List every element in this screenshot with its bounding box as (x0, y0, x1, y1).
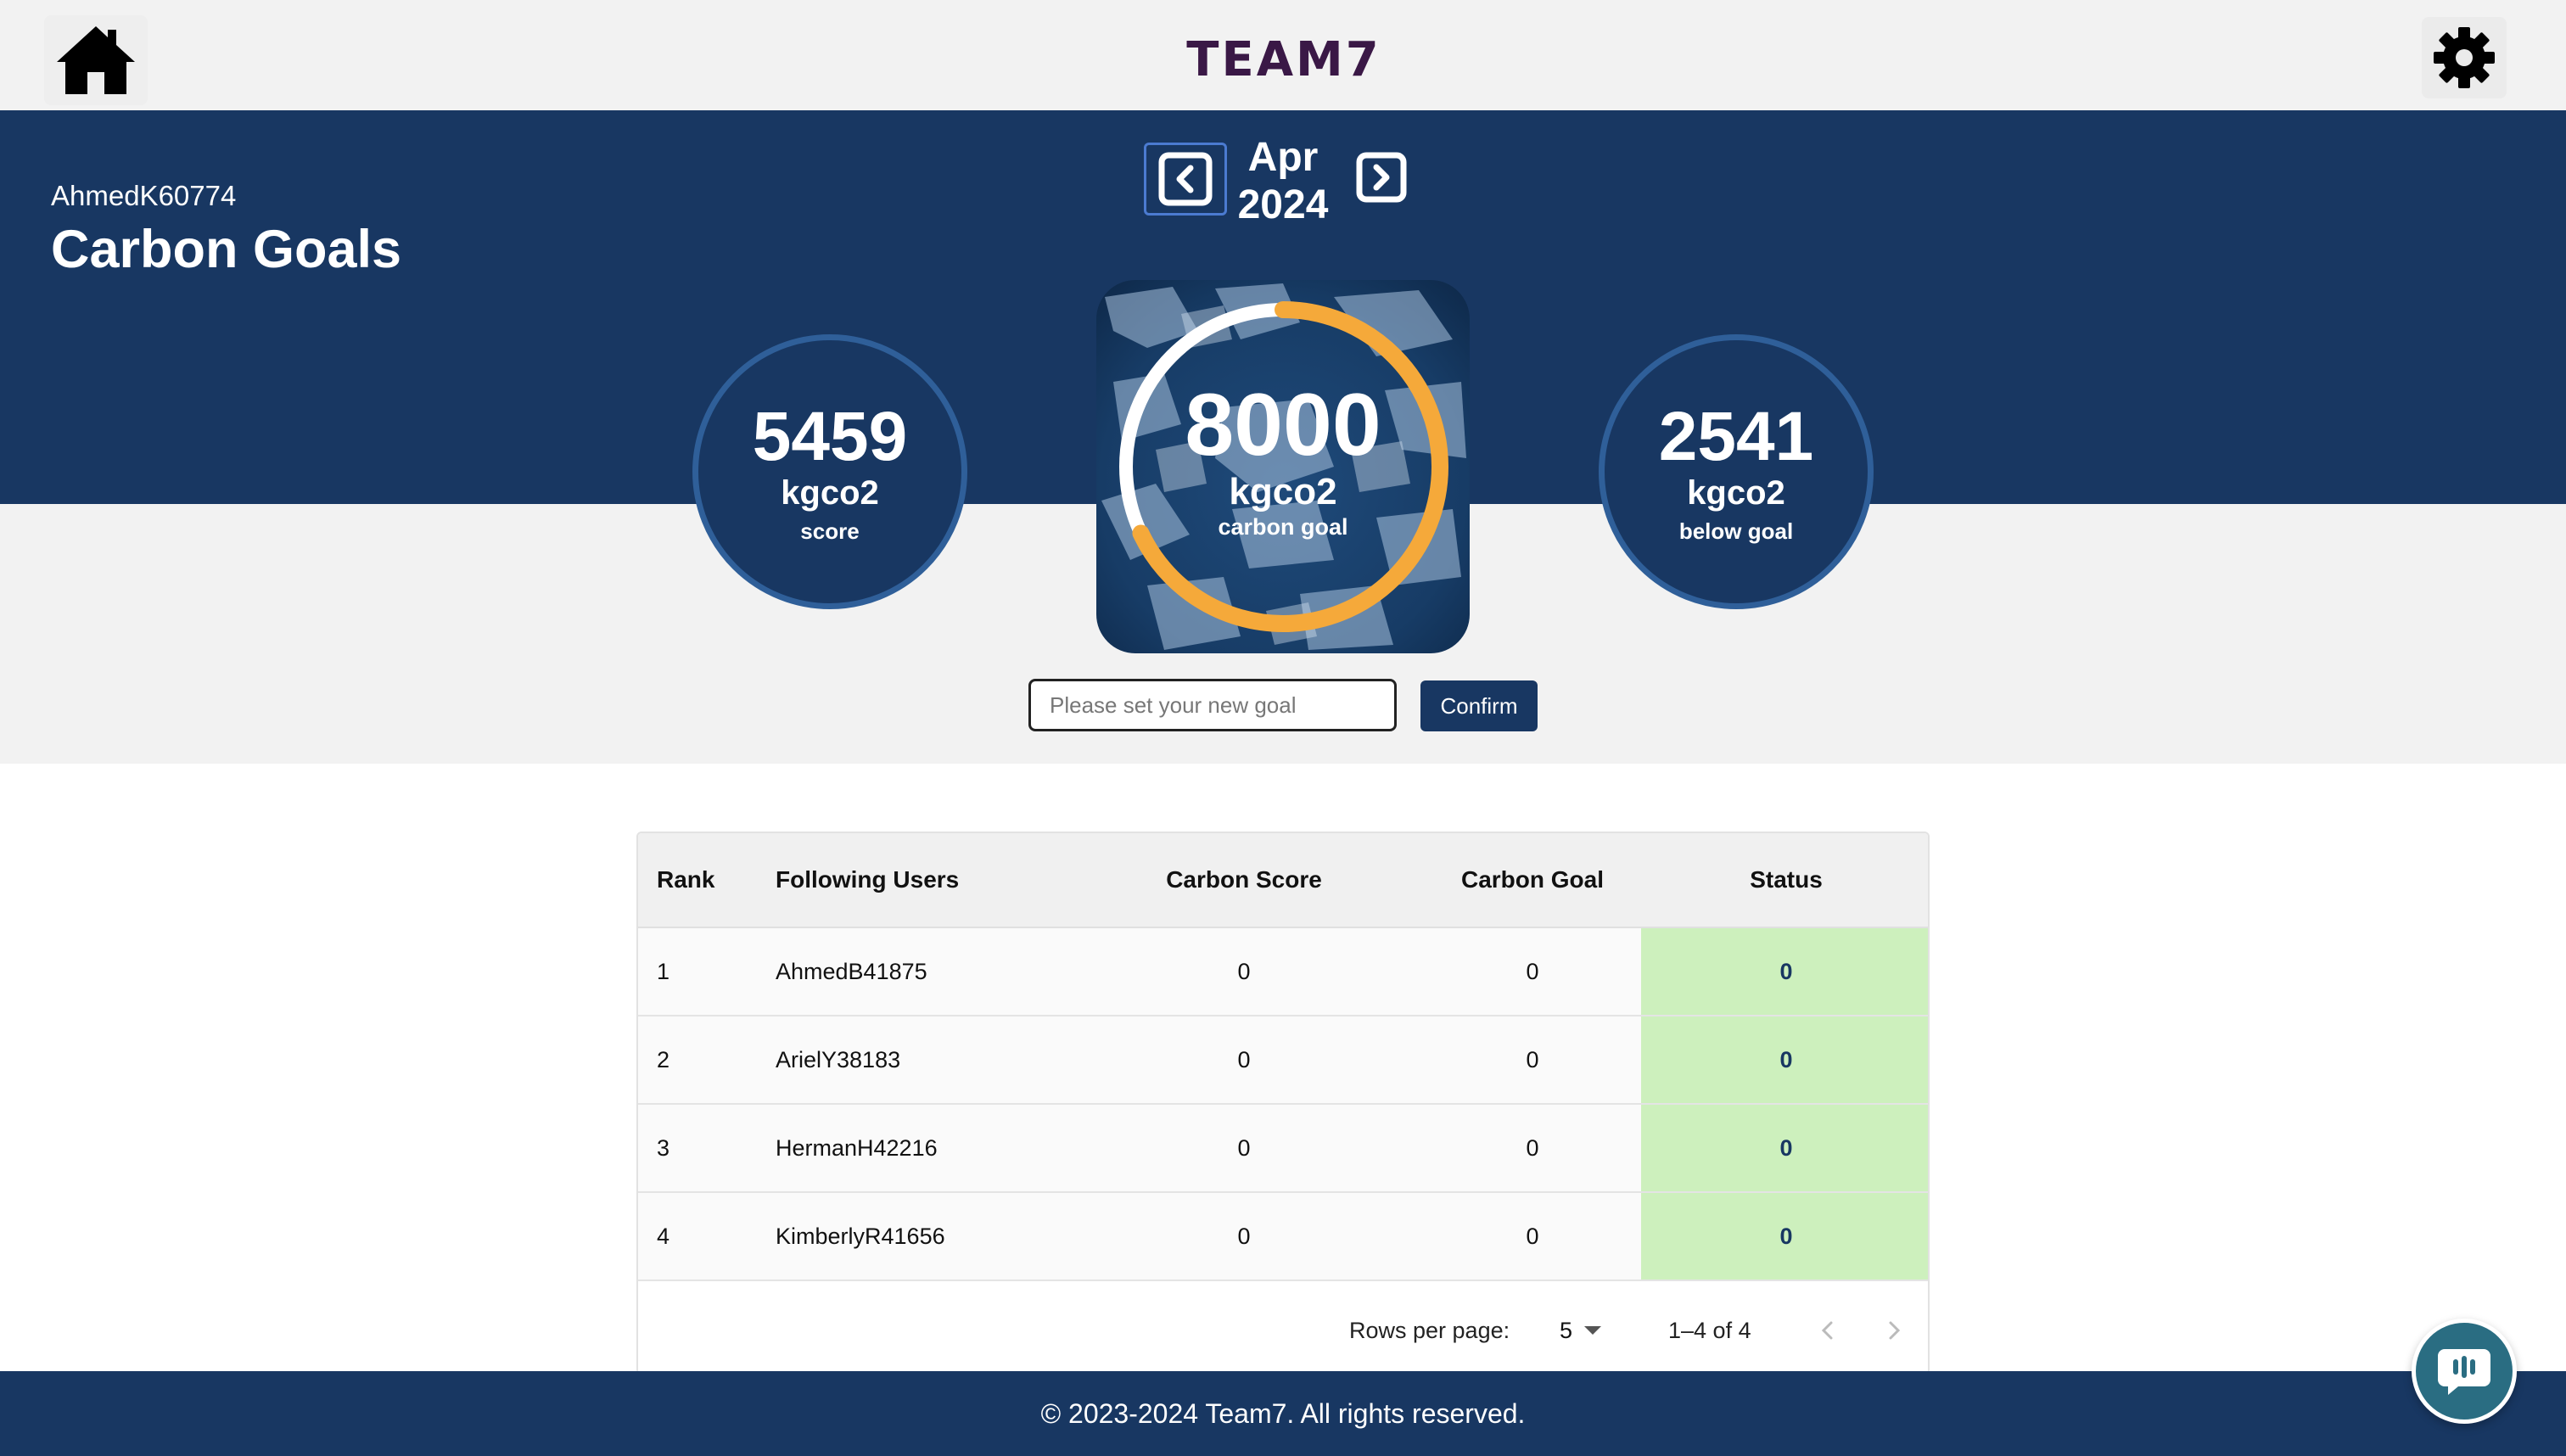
copyright-text: © 2023-2024 Team7. All rights reserved. (1040, 1397, 1526, 1429)
confirm-goal-button[interactable]: Confirm (1420, 680, 1538, 731)
settings-button[interactable] (2422, 17, 2507, 98)
month-year: 2024 (1237, 182, 1329, 227)
goal-cell: 0 (1526, 958, 1539, 984)
rank-cell: 2 (657, 1046, 670, 1072)
chat-bubble-icon (2438, 1349, 2490, 1395)
next-page-button[interactable] (1874, 1310, 1914, 1351)
previous-month-button[interactable] (1144, 143, 1227, 216)
month-name: Apr (1247, 135, 1319, 180)
chevron-left-icon (1821, 1321, 1833, 1340)
score-unit: kgco2 (781, 473, 879, 512)
column-header-goal[interactable]: Carbon Goal (1380, 833, 1685, 927)
chat-button[interactable] (2412, 1319, 2517, 1424)
rank-cell: 1 (657, 958, 670, 984)
score-cell: 0 (1237, 1046, 1251, 1072)
score-value: 5459 (752, 397, 908, 475)
below-goal-value: 2541 (1658, 397, 1814, 475)
column-header-status[interactable]: Status (1641, 833, 1928, 927)
score-cell: 0 (1237, 1223, 1251, 1249)
table-row[interactable]: 1 AhmedB41875 0 0 0 (638, 928, 1928, 1016)
username: AhmedK60774 (51, 180, 237, 211)
table-pagination: Rows per page: 5 1–4 of 4 (638, 1285, 1928, 1373)
user-cell: ArielY38183 (776, 1046, 901, 1072)
goal-cell: 0 (1526, 1046, 1539, 1072)
month-label: Apr 2024 (1230, 134, 1336, 229)
column-header-rank[interactable]: Rank (657, 833, 714, 927)
goal-unit: kgco2 (1229, 470, 1337, 512)
table-header: Rank Following Users Carbon Score Carbon… (638, 833, 1928, 928)
home-button[interactable] (44, 15, 148, 105)
below-goal-unit: kgco2 (1687, 473, 1785, 512)
chevron-left-icon (1158, 152, 1213, 206)
column-header-score[interactable]: Carbon Score (1091, 833, 1397, 927)
score-cell: 0 (1237, 1134, 1251, 1161)
below-goal-label: below goal (1678, 518, 1794, 544)
table-row[interactable]: 3 HermanH42216 0 0 0 (638, 1105, 1928, 1193)
score-stat: 5459 kgco2 score (692, 334, 967, 609)
following-users-table: Rank Following Users Carbon Score Carbon… (636, 832, 1930, 1375)
table-row[interactable]: 4 KimberlyR41656 0 0 0 (638, 1193, 1928, 1281)
goal-value: 8000 (1185, 375, 1381, 474)
rank-cell: 4 (657, 1223, 670, 1249)
next-month-button[interactable] (1354, 149, 1409, 205)
status-cell: 0 (1641, 1016, 1928, 1103)
new-goal-input[interactable] (1028, 679, 1397, 731)
goal-text: 8000 kgco2 carbon goal (1096, 280, 1470, 653)
user-cell: KimberlyR41656 (776, 1223, 945, 1249)
score-label: score (800, 518, 860, 544)
goal-cell: 0 (1526, 1223, 1539, 1249)
carbon-goal-card: 8000 kgco2 carbon goal (1096, 280, 1470, 653)
table-row[interactable]: 2 ArielY38183 0 0 0 (638, 1016, 1928, 1105)
user-cell: AhmedB41875 (776, 958, 927, 984)
user-cell: HermanH42216 (776, 1134, 938, 1161)
rows-per-page-value: 5 (1560, 1317, 1573, 1343)
top-nav: TEAM7 (0, 0, 2566, 110)
column-header-user[interactable]: Following Users (776, 833, 959, 927)
score-cell: 0 (1237, 958, 1251, 984)
goal-cell: 0 (1526, 1134, 1539, 1161)
status-cell: 0 (1641, 1193, 1928, 1280)
status-cell: 0 (1641, 1105, 1928, 1191)
previous-page-button[interactable] (1807, 1310, 1848, 1351)
home-icon (57, 26, 135, 94)
goal-label: carbon goal (1218, 513, 1348, 540)
chevron-right-icon (1889, 1321, 1901, 1340)
caret-down-icon (1584, 1326, 1602, 1335)
page-footer: © 2023-2024 Team7. All rights reserved. (0, 1371, 2566, 1456)
chevron-right-icon (1356, 152, 1407, 203)
below-goal-stat: 2541 kgco2 below goal (1599, 334, 1874, 609)
page-title: Carbon Goals (51, 220, 402, 279)
rank-cell: 3 (657, 1134, 670, 1161)
rows-per-page-select[interactable]: 5 (1560, 1285, 1602, 1373)
status-cell: 0 (1641, 928, 1928, 1015)
gear-icon (2434, 27, 2495, 88)
pagination-range: 1–4 of 4 (1668, 1317, 1751, 1343)
app-logo[interactable]: TEAM7 (1186, 32, 1380, 87)
rows-per-page-label: Rows per page: (1349, 1317, 1510, 1343)
